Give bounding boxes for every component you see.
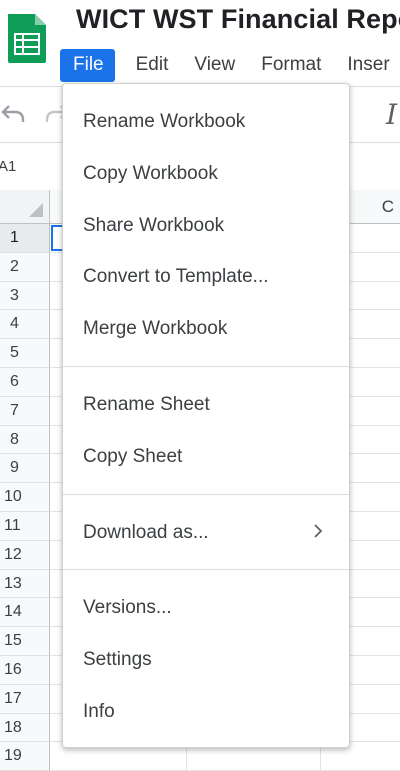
row-header[interactable]: 9 [0,454,50,484]
menu-bar: File Edit View Format Inser [60,48,400,82]
name-box[interactable]: A1 [0,158,16,175]
menu-item-copy-sheet[interactable]: Copy Sheet [63,431,349,483]
menu-insert[interactable]: Inser [335,49,400,82]
document-title[interactable]: WICT WST Financial Repo [76,4,400,35]
menu-item-settings[interactable]: Settings [63,634,349,686]
menu-divider [63,493,349,495]
menu-file[interactable]: File [60,48,115,82]
chevron-right-icon [313,507,323,559]
menu-edit[interactable]: Edit [124,49,183,82]
row-header[interactable]: 11 [0,511,50,541]
row-header[interactable]: 13 [0,569,50,599]
row-header[interactable]: 19 [0,742,50,771]
row-header[interactable]: 5 [0,339,50,368]
file-menu-dropdown: Rename Workbook Copy Workbook Share Work… [62,83,350,748]
menu-item-merge-workbook[interactable]: Merge Workbook [63,303,349,355]
row-header[interactable]: 1 [0,224,50,253]
sheets-icon[interactable] [5,12,49,64]
row-header[interactable]: 2 [0,252,50,282]
row-header[interactable]: 4 [0,310,50,340]
menu-item-info[interactable]: Info [63,686,349,738]
row-header[interactable]: 8 [0,425,50,455]
row-header[interactable]: 18 [0,713,50,743]
row-header[interactable]: 10 [0,483,50,512]
menu-view[interactable]: View [182,49,249,82]
menu-item-copy-workbook[interactable]: Copy Workbook [63,148,349,200]
menu-item-download-as[interactable]: Download as... [63,507,349,559]
row-header[interactable]: 17 [0,684,50,714]
menu-divider [63,365,349,367]
row-headers: 1 2 3 4 5 6 7 8 9 10 11 12 13 14 15 16 1… [0,224,50,771]
menu-divider [63,569,349,571]
menu-format[interactable]: Format [249,49,335,82]
menu-item-share-workbook[interactable]: Share Workbook [63,200,349,252]
row-header[interactable]: 14 [0,598,50,628]
row-header[interactable]: 16 [0,655,50,685]
menu-item-convert-to-template[interactable]: Convert to Template... [63,251,349,303]
row-header[interactable]: 6 [0,367,50,397]
row-header[interactable]: 3 [0,281,50,311]
menu-item-rename-workbook[interactable]: Rename Workbook [63,96,349,148]
italic-icon[interactable]: I [386,101,397,129]
menu-item-rename-sheet[interactable]: Rename Sheet [63,379,349,431]
select-all-corner[interactable] [0,190,50,224]
row-header[interactable]: 15 [0,627,50,656]
menu-item-label: Download as... [83,521,209,543]
menu-item-versions[interactable]: Versions... [63,582,349,634]
undo-icon[interactable] [0,101,26,132]
row-header[interactable]: 7 [0,396,50,426]
row-header[interactable]: 12 [0,540,50,570]
